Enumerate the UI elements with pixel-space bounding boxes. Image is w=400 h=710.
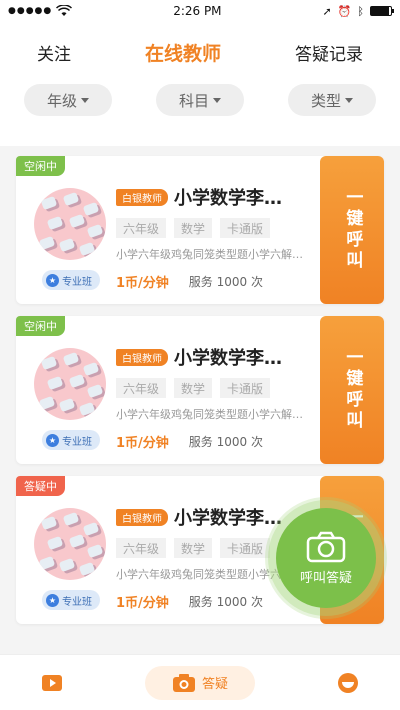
- tab-qa-records[interactable]: 答疑记录: [295, 40, 363, 65]
- subject-filter[interactable]: 科目: [156, 84, 244, 116]
- rank-badge: 白银教师: [116, 508, 168, 526]
- rank-badge: 白银教师: [116, 188, 168, 206]
- service-count: 服务 1000 次: [188, 435, 263, 449]
- subject-tag: 数学: [174, 538, 213, 558]
- tab-online-teachers[interactable]: 在线教师: [145, 39, 221, 66]
- call-label: 一键呼叫: [342, 188, 363, 272]
- teacher-card[interactable]: 空闲中 ★ 专业班 白银教师 小学数学李… 六年级 数学 卡通版 小学六年级鸡兔…: [16, 156, 384, 304]
- meta-row: 1币/分钟 服务 1000 次: [116, 272, 324, 291]
- caret-down-icon: [213, 97, 221, 103]
- level-label: 专业班: [62, 276, 92, 288]
- star-icon: ★: [46, 593, 59, 607]
- level-label: 专业班: [62, 436, 92, 448]
- teacher-name: 小学数学李…: [174, 348, 282, 369]
- profile-face-icon: [337, 672, 358, 693]
- alarm-icon: ⏰: [337, 4, 352, 18]
- status-tag: 答疑中: [16, 476, 65, 496]
- tab-follow[interactable]: 关注: [37, 40, 71, 65]
- status-tag: 空闲中: [16, 156, 65, 176]
- subject-tag: 数学: [174, 218, 213, 238]
- star-icon: ★: [46, 273, 59, 287]
- call-label: 一键呼叫: [342, 348, 363, 432]
- one-tap-call-button[interactable]: 一键呼叫: [320, 316, 384, 464]
- meta-row: 1币/分钟 服务 1000 次: [116, 432, 324, 451]
- subject-filter-label: 科目: [178, 91, 209, 110]
- fab-label: 呼叫答疑: [299, 570, 352, 586]
- caret-down-icon: [345, 97, 353, 103]
- teacher-description: 小学六年级鸡兔同笼类型题小学六解…: [116, 408, 303, 421]
- nav-qa-label: 答疑: [201, 677, 228, 692]
- style-tag: 卡通版: [220, 538, 271, 558]
- nav-qa[interactable]: 答疑: [144, 665, 255, 700]
- rank-badge: 白银教师: [116, 348, 168, 366]
- status-right: ➚ ⏰ ᛒ: [322, 4, 394, 18]
- service-count: 服务 1000 次: [188, 275, 263, 289]
- level-badge: ★ 专业班: [42, 590, 100, 610]
- teacher-name: 小学数学李…: [174, 188, 282, 209]
- level-badge: ★ 专业班: [42, 270, 100, 290]
- star-icon: ★: [46, 433, 59, 447]
- status-left: ●●●●●: [8, 5, 73, 17]
- subject-tag: 数学: [174, 378, 213, 398]
- type-filter-label: 类型: [310, 91, 341, 110]
- teacher-info: 白银教师 小学数学李… 六年级 数学 卡通版 小学六年级鸡兔同笼类型题小学六解……: [116, 344, 324, 451]
- teacher-info: 白银教师 小学数学李… 六年级 数学 卡通版 小学六年级鸡兔同笼类型题小学六解……: [116, 184, 324, 291]
- one-tap-call-button[interactable]: 一键呼叫: [320, 156, 384, 304]
- teacher-name: 小学数学李…: [174, 508, 282, 529]
- video-icon: [42, 674, 63, 691]
- grade-tag: 六年级: [116, 218, 167, 238]
- service-count: 服务 1000 次: [188, 595, 263, 609]
- title-row: 白银教师 小学数学李…: [116, 184, 324, 210]
- status-tag: 空闲中: [16, 316, 65, 336]
- price: 1币/分钟: [116, 436, 169, 451]
- avatar[interactable]: [34, 188, 106, 260]
- teacher-description: 小学六年级鸡兔同笼类型题小学六解…: [116, 248, 303, 261]
- tag-list: 六年级 数学 卡通版: [116, 218, 324, 238]
- tag-list: 六年级 数学 卡通版: [116, 378, 324, 398]
- grade-filter[interactable]: 年级: [24, 84, 112, 116]
- status-bar: ●●●●● 2:26 PM ➚ ⏰ ᛒ: [0, 0, 400, 22]
- location-icon: ➚: [322, 4, 332, 18]
- bluetooth-icon: ᛒ: [357, 4, 364, 18]
- signal-icon: ●●●●●: [8, 6, 53, 16]
- nav-profile[interactable]: [336, 671, 360, 695]
- level-badge: ★ 专业班: [42, 430, 100, 450]
- status-time: 2:26 PM: [173, 4, 222, 18]
- grade-tag: 六年级: [116, 538, 167, 558]
- camera-icon: [172, 673, 195, 692]
- top-tabs: 关注 在线教师 答疑记录: [0, 22, 400, 82]
- bottom-nav: 答疑: [0, 654, 400, 710]
- level-label: 专业班: [62, 596, 92, 608]
- header: 关注 在线教师 答疑记录 年级 科目 类型: [0, 22, 400, 146]
- title-row: 白银教师 小学数学李…: [116, 344, 324, 370]
- avatar[interactable]: [34, 348, 106, 420]
- grade-filter-label: 年级: [46, 91, 77, 110]
- type-filter[interactable]: 类型: [288, 84, 376, 116]
- wifi-icon: [56, 5, 73, 16]
- style-tag: 卡通版: [220, 378, 271, 398]
- filter-bar: 年级 科目 类型: [0, 84, 400, 116]
- nav-video[interactable]: [40, 672, 64, 694]
- style-tag: 卡通版: [220, 218, 271, 238]
- teacher-card[interactable]: 空闲中 ★ 专业班 白银教师 小学数学李… 六年级 数学 卡通版 小学六年级鸡兔…: [16, 316, 384, 464]
- caret-down-icon: [81, 97, 89, 103]
- avatar[interactable]: [34, 508, 106, 580]
- price: 1币/分钟: [116, 276, 169, 291]
- call-qa-fab[interactable]: 呼叫答疑: [276, 508, 376, 608]
- battery-icon: [370, 6, 394, 16]
- price: 1币/分钟: [116, 596, 169, 611]
- grade-tag: 六年级: [116, 378, 167, 398]
- camera-icon: [306, 531, 346, 562]
